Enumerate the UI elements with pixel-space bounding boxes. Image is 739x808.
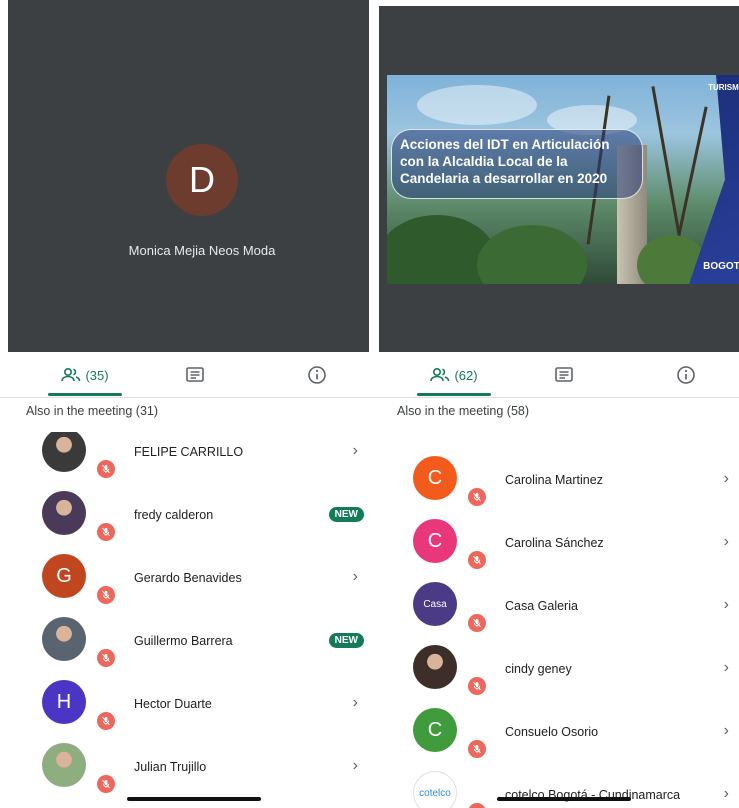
participant-avatar [42,617,86,661]
participant-row[interactable]: Casa Casa Galeria › [369,582,739,655]
participant-list[interactable]: C Carolina Martinez › C Carolina Sánchez › Cas… [369,432,739,808]
participant-avatar: Casa [413,582,457,626]
mic-off-icon [97,775,115,793]
new-badge: NEW [328,507,364,522]
slide-logo-turismo: TURISMO [708,83,739,92]
participant-avatar: C [413,456,457,500]
tab-chat[interactable] [519,352,609,398]
participant-avatar [42,432,86,472]
participant-avatar [413,645,457,689]
slide-title-line: Acciones del IDT en Articulación [400,137,610,152]
mic-off-icon [468,551,486,569]
people-icon [61,367,81,382]
chat-icon [555,367,573,382]
participant-avatar: C [413,708,457,752]
chevron-right-icon[interactable]: › [353,442,358,460]
mic-off-icon [97,460,115,478]
participant-name: Consuelo Osorio [505,725,599,739]
participant-avatar: H [42,680,86,724]
presenter-video-tile[interactable]: D Monica Mejia Neos Moda [8,0,370,352]
tab-people[interactable]: (35) [40,352,130,398]
mic-off-icon [468,488,486,506]
participant-avatar [42,743,86,787]
chevron-right-icon[interactable]: › [353,694,358,712]
participant-row[interactable]: C Carolina Sánchez › [369,519,739,592]
chevron-right-icon[interactable]: › [724,722,729,740]
slide-title-box: Acciones del IDT en Articulación con la … [391,129,643,199]
active-tab-indicator [417,393,491,396]
participant-name: Hector Duarte [134,697,212,711]
participant-row[interactable]: cotelco cotelco Bogotá - Cundinamarca › [369,771,739,808]
tab-people[interactable]: (62) [409,352,499,398]
participant-name: Gerardo Benavides [134,571,242,585]
info-icon [308,366,326,384]
participant-avatar: G [42,554,86,598]
mic-off-icon [468,614,486,632]
participant-row[interactable]: C Consuelo Osorio › [369,708,739,781]
chat-icon [186,367,204,382]
tab-chat[interactable] [150,352,240,398]
slide-tree [477,225,587,284]
left-meeting-panel: D Monica Mejia Neos Moda (35) Also in th… [0,0,370,808]
slide-title-line: Candelaria a desarrollar en 2020 [400,171,608,186]
presenter-avatar: D [166,144,238,216]
participant-name: Carolina Sánchez [505,536,604,550]
mic-off-icon [97,649,115,667]
participant-avatar: C [413,519,457,563]
right-meeting-panel: TURISMO BOGOTÁ Acciones del IDT en Artic… [369,0,739,808]
slide-logo-bogota: BOGOTÁ [703,261,739,272]
participant-name: Carolina Martinez [505,473,603,487]
participant-name: fredy calderon [134,508,214,522]
presentation-slide: TURISMO BOGOTÁ Acciones del IDT en Artic… [387,75,739,284]
participant-name: Guillermo Barrera [134,634,233,648]
slide-cloud [417,85,537,125]
panel-tabs: (62) [369,352,739,398]
chevron-right-icon[interactable]: › [353,757,358,775]
mic-off-icon [97,523,115,541]
chevron-right-icon[interactable]: › [724,659,729,677]
participant-name: cindy geney [505,662,572,676]
people-count: (35) [85,367,109,383]
chevron-right-icon[interactable]: › [724,596,729,614]
active-tab-indicator [48,393,122,396]
chevron-right-icon[interactable]: › [724,470,729,488]
participant-avatar [42,491,86,535]
home-indicator [497,797,631,801]
mic-off-icon [468,803,486,808]
panel-tabs: (35) [0,352,370,398]
presentation-video-tile[interactable]: TURISMO BOGOTÁ Acciones del IDT en Artic… [379,6,739,352]
mic-off-icon [97,712,115,730]
chevron-right-icon[interactable]: › [353,568,358,586]
tab-info[interactable] [641,352,731,398]
participant-list[interactable]: FELIPE CARRILLO › fredy calderon NEW G Gerard… [0,432,370,808]
section-title: Also in the meeting (58) [397,404,530,418]
chevron-right-icon[interactable]: › [724,785,729,803]
presenter-name: Monica Mejia Neos Moda [128,243,276,258]
participant-name: FELIPE CARRILLO [134,445,244,459]
participant-row[interactable]: C Carolina Martinez › [369,456,739,529]
participant-name: Julian Trujillo [134,760,207,774]
participant-avatar: cotelco [413,771,457,808]
people-icon [430,367,450,382]
people-count: (62) [454,367,478,383]
participant-name: Casa Galeria [505,599,578,613]
new-badge: NEW [328,633,364,648]
mic-off-icon [468,740,486,758]
section-title: Also in the meeting (31) [26,404,159,418]
slide-title-line: con la Alcaldia Local de la [400,154,568,169]
info-icon [677,366,695,384]
tab-info[interactable] [272,352,362,398]
participant-row[interactable]: cindy geney › [369,645,739,718]
chevron-right-icon[interactable]: › [724,533,729,551]
mic-off-icon [97,586,115,604]
home-indicator [127,797,261,801]
mic-off-icon [468,432,478,442]
mic-off-icon [468,677,486,695]
